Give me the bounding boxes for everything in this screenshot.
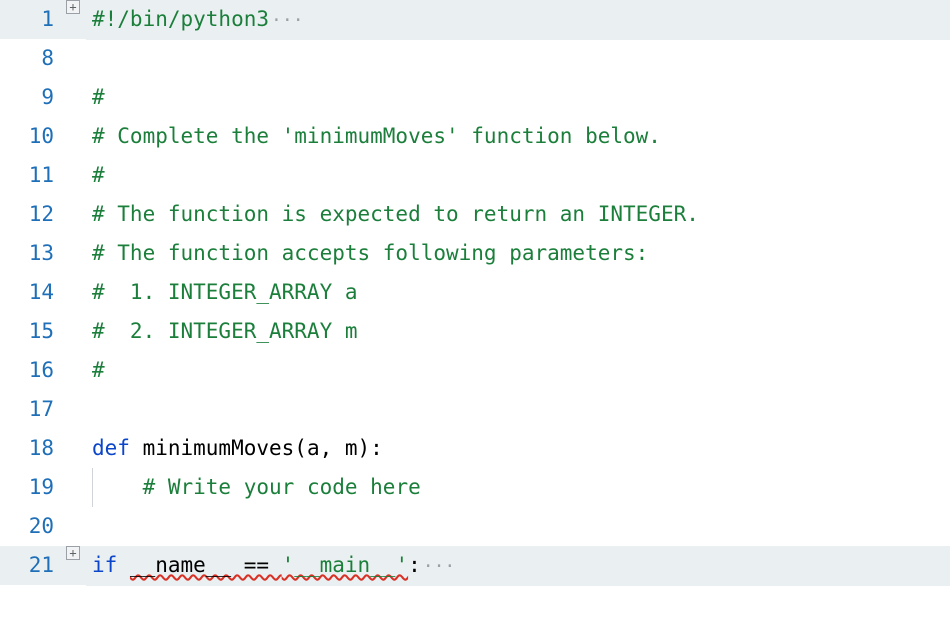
code-content[interactable]: # 2. INTEGER_ARRAY m [86,312,950,351]
code-token: __name__ == [130,553,282,577]
code-token: def [92,436,143,460]
code-content[interactable]: if __name__ == '__main__':··· [86,546,950,586]
code-line[interactable]: 14 # 1. INTEGER_ARRAY a [0,273,950,312]
code-token: # 1. INTEGER_ARRAY a [92,280,358,304]
code-line[interactable]: 21 + if __name__ == '__main__':··· [0,546,950,585]
code-content[interactable]: # 1. INTEGER_ARRAY a [86,273,950,312]
code-line[interactable]: 18 def minimumMoves(a, m): [0,429,950,468]
code-token: # The function accepts following paramet… [92,241,648,265]
line-number: 18 [0,429,60,468]
code-line[interactable]: 11 # [0,156,950,195]
line-number: 15 [0,312,60,351]
line-number: 13 [0,234,60,273]
line-number: 8 [0,39,60,78]
expand-fold-icon[interactable]: + [66,0,80,14]
code-token: (a, m): [294,436,383,460]
code-content[interactable]: #!/bin/python3··· [86,0,950,40]
code-token: # 2. INTEGER_ARRAY m [92,319,358,343]
code-line[interactable]: 13 # The function accepts following param… [0,234,950,273]
code-token: minimumMoves [143,436,295,460]
code-token: # [92,358,105,382]
line-number: 12 [0,195,60,234]
code-token: ··· [269,10,304,31]
code-line[interactable]: 20 [0,507,950,546]
line-number: 9 [0,78,60,117]
code-line[interactable]: 9# [0,78,950,117]
code-content[interactable]: # Complete the 'minimumMoves' function b… [86,117,950,156]
code-token: '__main__' [282,553,408,577]
code-token: : [408,553,421,577]
code-token: # [92,163,105,187]
code-content[interactable]: # [86,351,950,390]
line-number: 11 [0,156,60,195]
line-number: 17 [0,390,60,429]
code-token: # Write your code here [143,475,421,499]
code-line[interactable]: 16 # [0,351,950,390]
code-line[interactable]: 10 # Complete the 'minimumMoves' function… [0,117,950,156]
line-number: 21 [0,546,60,585]
code-content[interactable]: # The function accepts following paramet… [86,234,950,273]
code-content[interactable]: # Write your code here [86,468,950,507]
fold-gutter: + [60,546,86,560]
code-token: # Complete the 'minimumMoves' function b… [92,124,661,148]
indent-guide [92,468,93,507]
line-number: 19 [0,468,60,507]
code-content[interactable]: # The function is expected to return an … [86,195,950,234]
line-number: 1 [0,0,60,39]
code-line[interactable]: 8 [0,39,950,78]
code-content[interactable]: def minimumMoves(a, m): [86,429,950,468]
fold-gutter: + [60,0,86,14]
line-number: 16 [0,351,60,390]
code-line[interactable]: 17 [0,390,950,429]
code-editor[interactable]: 1+#!/bin/python3···89#10# Complete the '… [0,0,950,585]
code-line[interactable]: 19 # Write your code here [0,468,950,507]
expand-fold-icon[interactable]: + [66,546,80,560]
code-line[interactable]: 12 # The function is expected to return a… [0,195,950,234]
line-number: 20 [0,507,60,546]
line-number: 10 [0,117,60,156]
code-token: # The function is expected to return an … [92,202,699,226]
line-number: 14 [0,273,60,312]
code-content[interactable]: # [86,156,950,195]
code-token [92,475,143,499]
code-token: # [92,85,105,109]
code-token: ··· [421,556,456,577]
code-token: if [92,553,130,577]
code-line[interactable]: 15 # 2. INTEGER_ARRAY m [0,312,950,351]
code-token: #!/bin/python3 [92,7,269,31]
code-line[interactable]: 1 + #!/bin/python3··· [0,0,950,39]
code-content[interactable]: # [86,78,950,117]
